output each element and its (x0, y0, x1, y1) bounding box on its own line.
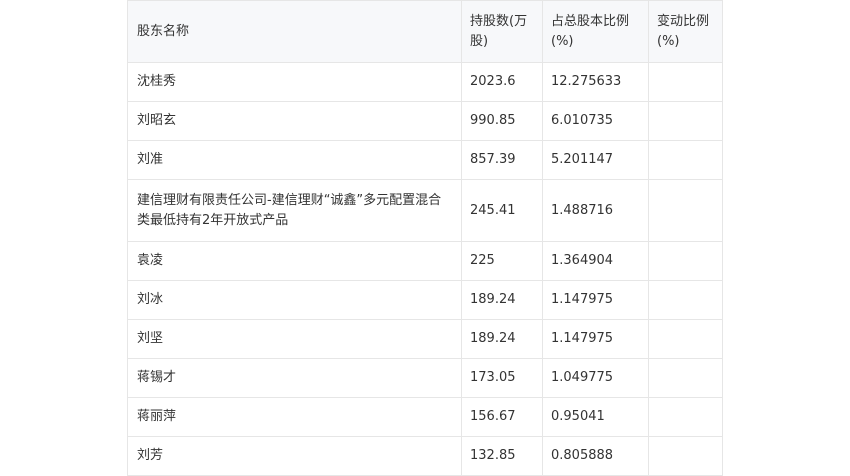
cell-shares: 132.85 (461, 436, 543, 476)
cell-shares: 225 (461, 241, 543, 281)
cell-shareholder-name: 袁凌 (127, 241, 462, 281)
cell-ratio: 5.201147 (542, 140, 649, 180)
table-row: 刘芳 132.85 0.805888 (127, 436, 723, 476)
shareholders-table: 股东名称 持股数(万股) 占总股本比例(%) 变动比例(%) 沈桂秀 2023.… (127, 0, 723, 476)
cell-shareholder-name: 建信理财有限责任公司-建信理财“诚鑫”多元配置混合类最低持有2年开放式产品 (127, 179, 462, 242)
cell-ratio: 1.049775 (542, 358, 649, 398)
cell-ratio: 6.010735 (542, 101, 649, 141)
cell-shares: 156.67 (461, 397, 543, 437)
header-shareholder-name: 股东名称 (127, 0, 462, 63)
cell-ratio: 12.275633 (542, 62, 649, 102)
cell-change (648, 241, 723, 281)
cell-change (648, 179, 723, 242)
cell-ratio: 1.147975 (542, 319, 649, 359)
cell-shares: 2023.6 (461, 62, 543, 102)
table-row: 刘冰 189.24 1.147975 (127, 280, 723, 320)
cell-change (648, 436, 723, 476)
cell-change (648, 397, 723, 437)
cell-shareholder-name: 刘冰 (127, 280, 462, 320)
cell-shares: 857.39 (461, 140, 543, 180)
table-row: 蒋锡才 173.05 1.049775 (127, 358, 723, 398)
cell-change (648, 101, 723, 141)
table-row: 建信理财有限责任公司-建信理财“诚鑫”多元配置混合类最低持有2年开放式产品 24… (127, 179, 723, 242)
cell-change (648, 319, 723, 359)
cell-shareholder-name: 刘坚 (127, 319, 462, 359)
table-row: 蒋丽萍 156.67 0.95041 (127, 397, 723, 437)
table-row: 刘准 857.39 5.201147 (127, 140, 723, 180)
cell-ratio: 1.364904 (542, 241, 649, 281)
cell-shareholder-name: 刘昭玄 (127, 101, 462, 141)
cell-shareholder-name: 蒋锡才 (127, 358, 462, 398)
cell-shares: 173.05 (461, 358, 543, 398)
header-ratio: 占总股本比例(%) (542, 0, 649, 63)
table-header-row: 股东名称 持股数(万股) 占总股本比例(%) 变动比例(%) (127, 0, 723, 63)
cell-change (648, 280, 723, 320)
cell-shareholder-name: 刘芳 (127, 436, 462, 476)
table-row: 刘坚 189.24 1.147975 (127, 319, 723, 359)
header-change: 变动比例(%) (648, 0, 723, 63)
table-row: 沈桂秀 2023.6 12.275633 (127, 62, 723, 102)
cell-change (648, 62, 723, 102)
shareholders-table-container: 股东名称 持股数(万股) 占总股本比例(%) 变动比例(%) 沈桂秀 2023.… (127, 0, 723, 476)
cell-change (648, 140, 723, 180)
cell-change (648, 358, 723, 398)
table-row: 刘昭玄 990.85 6.010735 (127, 101, 723, 141)
cell-ratio: 1.488716 (542, 179, 649, 242)
table-row: 袁凌 225 1.364904 (127, 241, 723, 281)
cell-ratio: 0.95041 (542, 397, 649, 437)
cell-shares: 245.41 (461, 179, 543, 242)
header-shares: 持股数(万股) (461, 0, 543, 63)
cell-ratio: 1.147975 (542, 280, 649, 320)
cell-ratio: 0.805888 (542, 436, 649, 476)
cell-shares: 189.24 (461, 319, 543, 359)
cell-shareholder-name: 沈桂秀 (127, 62, 462, 102)
cell-shareholder-name: 刘准 (127, 140, 462, 180)
cell-shares: 189.24 (461, 280, 543, 320)
cell-shares: 990.85 (461, 101, 543, 141)
cell-shareholder-name: 蒋丽萍 (127, 397, 462, 437)
